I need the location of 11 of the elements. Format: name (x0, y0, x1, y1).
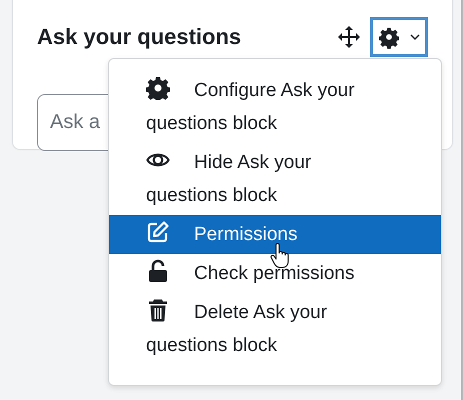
edit-icon (146, 220, 170, 244)
gear-icon (146, 76, 170, 100)
block-title: Ask your questions (37, 24, 242, 50)
menu-item[interactable]: Delete Ask your questions block (109, 293, 441, 365)
move-icon[interactable] (337, 25, 361, 49)
menu-item[interactable]: Permissions (109, 215, 441, 254)
menu-item[interactable]: Check permissions (109, 254, 441, 293)
settings-button[interactable] (370, 17, 428, 57)
trash-icon (146, 298, 170, 322)
unlock-icon (146, 259, 170, 283)
settings-icon (379, 25, 399, 49)
